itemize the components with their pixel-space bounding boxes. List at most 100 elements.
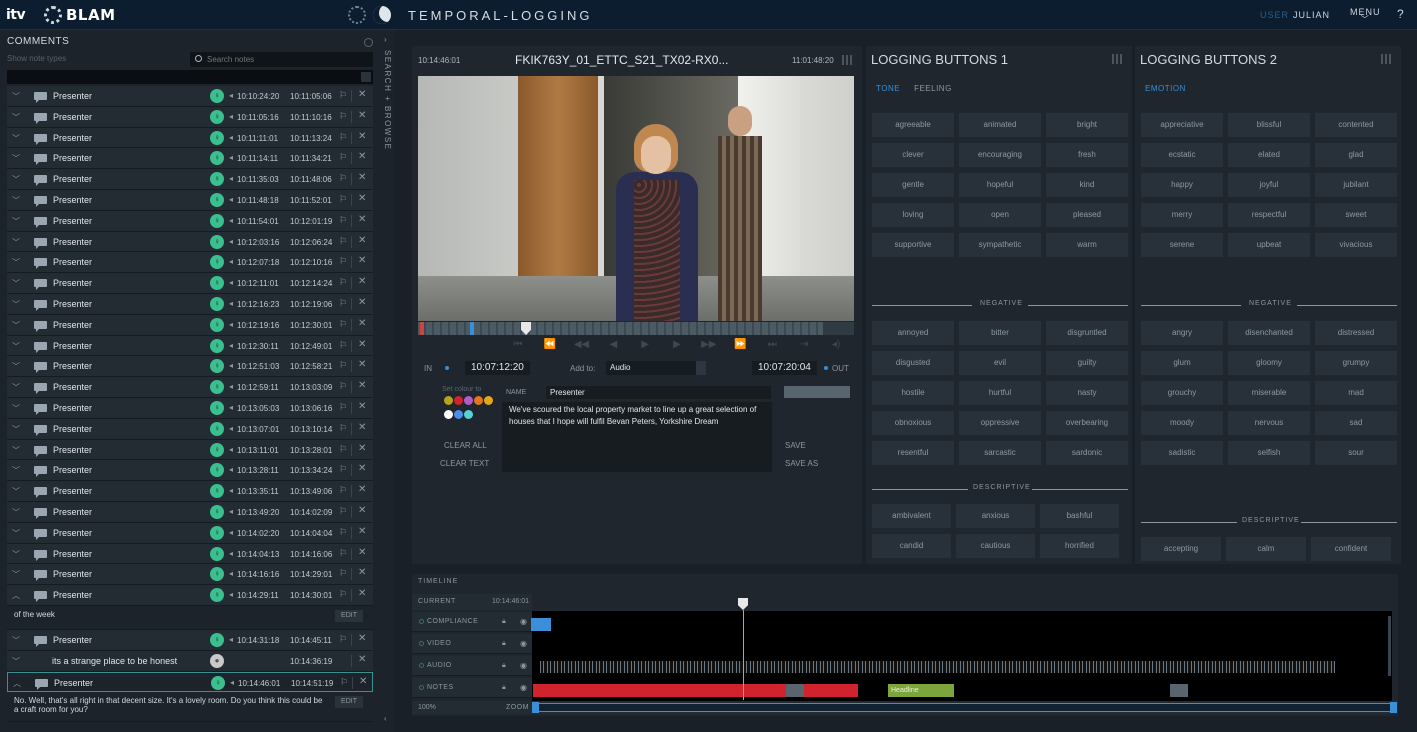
logging-button[interactable]: ecstatic	[1141, 143, 1223, 167]
close-icon[interactable]: ✕	[358, 633, 366, 644]
comment-row[interactable]: ﹀ Presenter ♀ ◂ 10:14:04:13 10:14:16:06 ⚐ ✕	[7, 543, 373, 565]
logging-button[interactable]: overbearing	[1046, 411, 1128, 435]
chevron-down-icon[interactable]: ﹀	[12, 299, 20, 310]
logging-button[interactable]: calm	[1226, 537, 1306, 561]
note-clip-grey[interactable]	[786, 684, 804, 697]
video-frame[interactable]	[418, 76, 854, 321]
play-icon[interactable]: ▶	[629, 339, 661, 355]
logging-button[interactable]: accepting	[1141, 537, 1221, 561]
logging-button[interactable]: sarcastic	[959, 441, 1041, 465]
close-icon[interactable]: ✕	[358, 318, 366, 329]
comment-row[interactable]: ﹀ Presenter ♀ ◂ 10:13:11:01 10:13:28:01 ⚐ ✕	[7, 439, 373, 461]
flag-icon[interactable]: ⚐	[339, 277, 347, 288]
chevron-down-icon[interactable]: ﹀	[12, 403, 20, 414]
drag-handle-icon[interactable]	[1112, 54, 1124, 64]
logging-button[interactable]: grouchy	[1141, 381, 1223, 405]
chevron-down-icon[interactable]: ﹀	[12, 569, 20, 580]
close-icon[interactable]: ✕	[358, 359, 366, 370]
note-clip-grey[interactable]	[1170, 684, 1188, 697]
logging-button[interactable]: hurtful	[959, 381, 1041, 405]
comment-row[interactable]: ﹀ Presenter ♀ ◂ 10:13:35:11 10:13:49:06 ⚐ ✕	[7, 481, 373, 502]
logging-button[interactable]: sour	[1315, 441, 1397, 465]
colour-swatch[interactable]	[454, 410, 463, 419]
flag-icon[interactable]: ⚐	[339, 319, 347, 330]
chevron-left-icon[interactable]: ‹	[384, 714, 387, 723]
tab[interactable]: EMOTION	[1145, 84, 1186, 93]
logging-button[interactable]: agreeable	[872, 113, 954, 137]
close-icon[interactable]: ✕	[358, 484, 366, 495]
chevron-down-icon[interactable]: ﹀	[12, 656, 20, 667]
search-input[interactable]	[207, 53, 367, 65]
flag-icon[interactable]: ⚐	[339, 111, 347, 122]
logging-button[interactable]: mad	[1315, 381, 1397, 405]
chevron-down-icon[interactable]: ﹀	[12, 91, 20, 102]
comment-row[interactable]: ﹀ Presenter ♀ ◂ 10:12:07:18 10:12:10:16 ⚐ ✕	[7, 252, 373, 274]
compliance-clip[interactable]	[531, 618, 551, 631]
logging-button[interactable]: disgruntled	[1046, 321, 1128, 345]
timeline-track-label[interactable]: VIDEO 🔒︎ ◉	[412, 634, 532, 654]
flag-icon[interactable]: ⚐	[339, 298, 347, 309]
logging-button[interactable]: warm	[1046, 233, 1128, 257]
logging-button[interactable]: miserable	[1228, 381, 1310, 405]
logging-button[interactable]: pleased	[1046, 203, 1128, 227]
logging-button[interactable]: bashful	[1040, 504, 1119, 528]
logging-button[interactable]: sympathetic	[959, 233, 1041, 257]
comment-row[interactable]: ﹀ Presenter ♀ ◂ 10:13:28:11 10:13:34:24 ⚐ ✕	[7, 460, 373, 482]
comment-row[interactable]: ﹀ Presenter ♀ ◂ 10:13:49:20 10:14:02:09 ⚐ ✕	[7, 501, 373, 523]
logging-button[interactable]: cautious	[956, 534, 1035, 558]
chevron-down-icon[interactable]: ﹀	[12, 257, 20, 268]
chevron-down-icon[interactable]: ﹀	[12, 216, 20, 227]
close-icon[interactable]: ✕	[358, 567, 366, 578]
comment-row[interactable]: ﹀ Presenter ♀ ◂ 10:12:30:11 10:12:49:01 ⚐ ✕	[7, 335, 373, 357]
logging-button[interactable]: clever	[872, 143, 954, 167]
timeline-track-label[interactable]: AUDIO 🔒︎ ◉	[412, 656, 532, 676]
flag-icon[interactable]: ⚐	[339, 340, 347, 351]
logging-button[interactable]: gloomy	[1228, 351, 1310, 375]
close-icon[interactable]: ✕	[358, 89, 366, 100]
options-icon[interactable]	[364, 38, 373, 47]
logging-button[interactable]: guilty	[1046, 351, 1128, 375]
logging-button[interactable]: elated	[1228, 143, 1310, 167]
rewind-icon[interactable]: ◀◀	[566, 339, 598, 355]
edit-button[interactable]: EDIT	[335, 609, 363, 622]
comment-row[interactable]: ﹀ Presenter ♀ ◂ 10:13:07:01 10:13:10:14 ⚐ ✕	[7, 418, 373, 440]
light-theme-icon[interactable]	[348, 6, 366, 24]
flag-icon[interactable]: ⚐	[339, 589, 347, 600]
forward-icon[interactable]: ▶▶	[693, 339, 725, 355]
logging-button[interactable]: glum	[1141, 351, 1223, 375]
flag-icon[interactable]: ⚐	[339, 256, 347, 267]
chevron-down-icon[interactable]: ﹀	[12, 195, 20, 206]
eye-icon[interactable]: ◉	[520, 617, 527, 626]
search-browse-rail[interactable]: › SEARCH + BROWSE ‹	[380, 30, 395, 732]
logging-button[interactable]: appreciative	[1141, 113, 1223, 137]
logging-button[interactable]: hostile	[872, 381, 954, 405]
logging-button[interactable]: annoyed	[872, 321, 954, 345]
rewind-fast-icon[interactable]: ⏪	[534, 339, 566, 355]
flag-icon[interactable]: ⚐	[339, 464, 347, 475]
playhead-handle[interactable]	[738, 598, 748, 610]
logging-button[interactable]: obnoxious	[872, 411, 954, 435]
flag-icon[interactable]: ⚐	[339, 548, 347, 559]
close-icon[interactable]: ✕	[358, 339, 366, 350]
clear-all-button[interactable]: CLEAR ALL	[444, 441, 487, 450]
flag-icon[interactable]: ⚐	[339, 152, 347, 163]
logging-button[interactable]: sad	[1315, 411, 1397, 435]
logging-button[interactable]: fresh	[1046, 143, 1128, 167]
chevron-down-icon[interactable]: ﹀	[12, 341, 20, 352]
colour-swatch[interactable]	[464, 410, 473, 419]
scrub-bar[interactable]	[418, 322, 854, 335]
logging-button[interactable]: ambivalent	[872, 504, 951, 528]
show-note-types[interactable]: Show note types	[7, 54, 66, 63]
chevron-down-icon[interactable]: ﹀	[12, 361, 20, 372]
logging-button[interactable]: respectful	[1228, 203, 1310, 227]
zoom-handle-left[interactable]	[532, 702, 539, 713]
drag-handle-icon[interactable]	[842, 55, 854, 65]
chevron-down-icon[interactable]: ﹀	[12, 486, 20, 497]
flag-icon[interactable]: ⚐	[339, 506, 347, 517]
timeline-scrollbar[interactable]	[1388, 616, 1391, 676]
user-info[interactable]: USER JULIAN	[1260, 10, 1330, 20]
in-dot[interactable]	[445, 366, 449, 370]
out-dot[interactable]	[824, 366, 828, 370]
logging-button[interactable]: bright	[1046, 113, 1128, 137]
close-icon[interactable]: ✕	[358, 193, 366, 204]
